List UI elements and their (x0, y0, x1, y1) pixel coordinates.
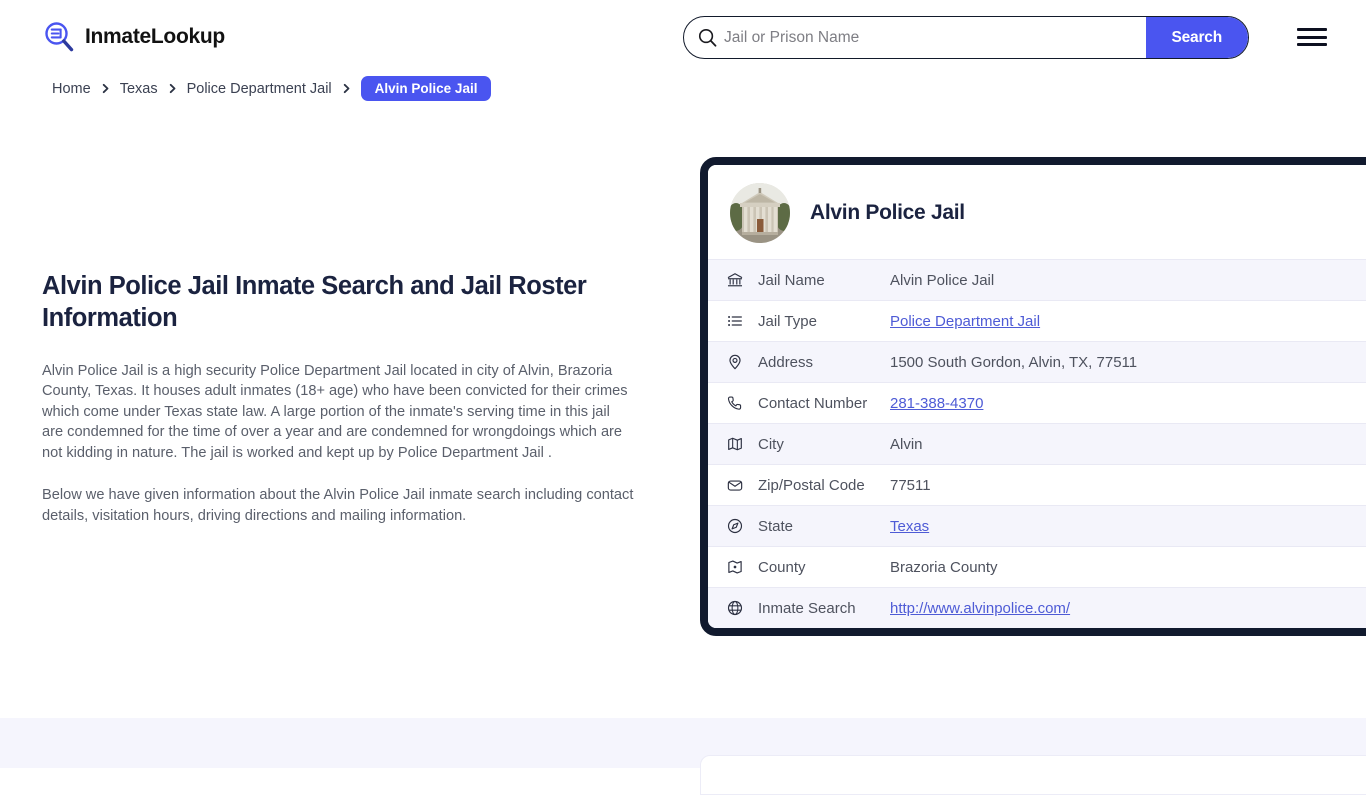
jail-info-card-title: Alvin Police Jail (810, 201, 965, 224)
row-label: Jail Name (758, 271, 825, 289)
bottom-section-card (700, 755, 1366, 795)
row-label: State (758, 517, 794, 535)
inmate-search-link[interactable]: http://www.alvinpolice.com/ (890, 600, 1070, 617)
hamburger-bar (1297, 35, 1327, 39)
row-label: Inmate Search (758, 599, 856, 617)
jail-info-table: Jail Name Alvin Police Jail Jail Type Po… (708, 259, 1366, 628)
map-pin-icon (708, 342, 758, 383)
row-value: http://www.alvinpolice.com/ (888, 588, 1366, 629)
row-label: City (758, 435, 784, 453)
table-row: Jail Name Alvin Police Jail (708, 259, 1366, 301)
table-row: Zip/Postal Code 77511 (708, 464, 1366, 506)
site-header: InmateLookup Search (0, 0, 1366, 74)
table-row: County Brazoria County (708, 546, 1366, 588)
breadcrumb: Home Texas Police Department Jail Alvin … (52, 76, 492, 101)
row-value: Brazoria County (890, 558, 998, 576)
globe-icon (708, 588, 758, 629)
table-row: Contact Number 281-388-4370 (708, 382, 1366, 424)
county-map-icon (708, 547, 758, 588)
chevron-right-icon (100, 83, 111, 94)
intro-paragraph-2: Below we have given information about th… (42, 487, 634, 524)
bank-icon (708, 260, 758, 301)
row-value: Texas (888, 506, 1366, 547)
search-bar[interactable]: Search (683, 16, 1249, 59)
search-icon (684, 27, 724, 48)
chevron-right-icon (167, 83, 178, 94)
state-link[interactable]: Texas (890, 518, 929, 535)
breadcrumb-current-badge: Alvin Police Jail (360, 76, 492, 101)
phone-icon (708, 383, 758, 424)
row-value: 1500 South Gordon, Alvin, TX, 77511 (890, 353, 1138, 371)
breadcrumb-item-home[interactable]: Home (52, 81, 91, 97)
row-value: Alvin Police Jail (890, 271, 995, 289)
hamburger-bar (1297, 43, 1327, 46)
contact-number-link[interactable]: 281-388-4370 (890, 395, 983, 412)
search-button[interactable]: Search (1145, 17, 1248, 58)
table-row: Inmate Search http://www.alvinpolice.com… (708, 587, 1366, 629)
hamburger-menu-icon[interactable] (1297, 26, 1327, 48)
jail-info-card: Alvin Police Jail Jail Name Alvin Police… (700, 157, 1366, 636)
search-input[interactable] (724, 17, 1146, 58)
row-value: Alvin (890, 435, 923, 453)
brand-logo[interactable]: InmateLookup (42, 20, 225, 54)
row-label: County (758, 558, 806, 576)
list-icon (708, 301, 758, 342)
table-row: Jail Type Police Department Jail (708, 300, 1366, 342)
row-label: Contact Number (758, 394, 868, 412)
breadcrumb-item-texas[interactable]: Texas (120, 81, 158, 97)
table-row: Address 1500 South Gordon, Alvin, TX, 77… (708, 341, 1366, 383)
page-title: Alvin Police Jail Inmate Search and Jail… (42, 272, 587, 333)
magnifier-list-logo-icon (42, 20, 76, 54)
intro-paragraph-1: Alvin Police Jail is a high security Pol… (42, 362, 628, 461)
hamburger-bar (1297, 28, 1327, 31)
compass-icon (708, 506, 758, 547)
row-value: 77511 (890, 476, 931, 494)
table-row: City Alvin (708, 423, 1366, 465)
row-label: Address (758, 353, 814, 371)
row-value: Police Department Jail (888, 301, 1366, 342)
breadcrumb-item-police-department-jail[interactable]: Police Department Jail (187, 81, 332, 97)
row-value: 281-388-4370 (888, 383, 1366, 424)
row-label: Zip/Postal Code (758, 476, 865, 494)
article-intro: Alvin Police Jail Inmate Search and Jail… (42, 270, 642, 526)
jail-info-card-header: Alvin Police Jail (708, 165, 1366, 259)
table-row: State Texas (708, 505, 1366, 547)
row-label: Jail Type (758, 312, 817, 330)
jail-type-link[interactable]: Police Department Jail (890, 313, 1040, 330)
map-icon (708, 424, 758, 465)
brand-name: InmateLookup (85, 25, 225, 48)
envelope-icon (708, 465, 758, 506)
chevron-right-icon (341, 83, 352, 94)
courthouse-building-photo (730, 183, 790, 243)
